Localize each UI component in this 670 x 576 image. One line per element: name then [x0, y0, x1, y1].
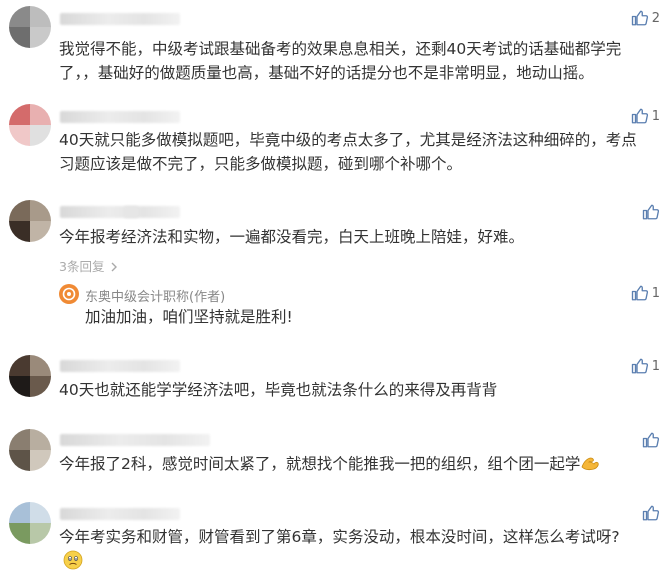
avatar[interactable]	[9, 200, 51, 242]
comment-text: 今年报了2科，感觉时间太紧了，就想找个能推我一把的组织，组个团一起学	[59, 455, 581, 473]
comment-text-wrapper: 今年考实务和财管，财管看到了第6章，实务没动，根本没时间，这样怎么考试呀?	[59, 525, 639, 573]
thumbs-up-icon	[631, 358, 648, 374]
comment-text: 今年报考经济法和实物，一遍都没看完，白天上班晚上陪娃，好难。	[59, 228, 525, 246]
avatar[interactable]	[9, 355, 51, 397]
thumbs-up-icon	[642, 204, 660, 220]
avatar[interactable]	[9, 104, 51, 146]
thumbs-up-icon	[631, 108, 648, 124]
like-count: 1	[651, 285, 660, 301]
chevron-right-icon	[111, 262, 118, 272]
reply-text: 加油加油，咱们坚持就是胜利!	[85, 308, 293, 326]
username-redacted	[60, 360, 180, 372]
like-button[interactable]	[642, 431, 660, 449]
like-button[interactable]: 1	[631, 107, 660, 125]
thumbs-up-icon	[642, 432, 660, 448]
avatar[interactable]	[9, 6, 51, 48]
thumbs-up-icon	[631, 285, 648, 301]
comment-text: 我觉得不能，中级考试跟基础备考的效果息息相关，还剩40天考试的话基础都学完了，，…	[59, 40, 622, 82]
comment-text: 40天也就还能学学经济法吧，毕竟也就法条什么的来得及再背背	[59, 381, 498, 399]
like-count: 1	[651, 108, 660, 124]
username-redacted	[60, 434, 210, 446]
like-button[interactable]	[642, 504, 660, 522]
dongao-logo	[62, 287, 76, 301]
username-redacted	[60, 13, 180, 25]
worried-face-emoji	[63, 550, 83, 570]
username-redacted	[60, 206, 180, 218]
comment-text-wrapper: 今年报了2科，感觉时间太紧了，就想找个能推我一把的组织，组个团一起学	[59, 452, 639, 476]
flexed-biceps-emoji	[581, 457, 600, 470]
comment-text: 今年考实务和财管，财管看到了第6章，实务没动，根本没时间，这样怎么考试呀?	[59, 528, 620, 546]
comment-text: 40天就只能多做模拟题吧，毕竟中级的考点太多了，尤其是经济法这种细碎的，考点习题…	[59, 131, 637, 173]
like-count: 1	[651, 358, 660, 374]
avatar[interactable]	[9, 429, 51, 471]
view-replies-link[interactable]: 3条回复	[59, 256, 118, 275]
username-redacted	[60, 111, 180, 123]
username-redacted	[124, 206, 138, 218]
username-redacted	[60, 508, 180, 520]
thumbs-up-icon	[631, 10, 648, 26]
like-count: 2	[651, 10, 660, 26]
replies-count-label: 3条回复	[59, 259, 105, 274]
like-button[interactable]: 1	[631, 284, 660, 302]
thumbs-up-icon	[642, 505, 660, 521]
author-avatar[interactable]	[59, 284, 79, 304]
like-button[interactable]	[642, 203, 660, 221]
avatar[interactable]	[9, 502, 51, 544]
like-button[interactable]: 1	[631, 357, 660, 375]
reply-author-name[interactable]: 东奥中级会计职称(作者)	[85, 286, 225, 305]
like-button[interactable]: 2	[631, 9, 660, 27]
